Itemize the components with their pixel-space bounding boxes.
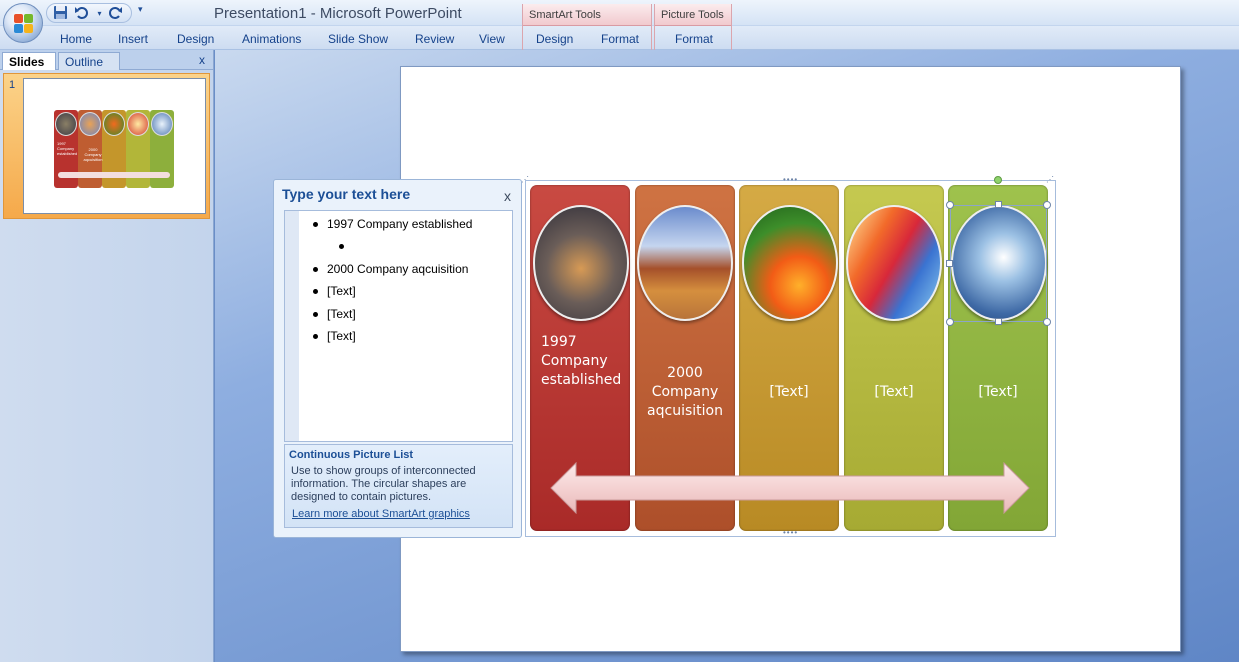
smartart-text-4[interactable]: [Text] bbox=[844, 383, 944, 402]
resize-handle-corner[interactable]: ⋰ bbox=[521, 175, 530, 184]
smartart-text-pane: Type your text here x 1997 Company estab… bbox=[273, 179, 522, 538]
butterfly-flower-photo[interactable] bbox=[742, 205, 838, 321]
desert-monument-photo[interactable] bbox=[637, 205, 733, 321]
smartart-text-5[interactable]: [Text] bbox=[948, 383, 1048, 402]
smartart-text-2[interactable]: 2000 Company aqcuisition bbox=[636, 364, 734, 421]
smartart-tools-title: SmartArt Tools bbox=[523, 4, 651, 26]
bullet-dot bbox=[313, 222, 318, 228]
tab-design[interactable]: Design bbox=[177, 32, 214, 46]
tab-insert[interactable]: Insert bbox=[118, 32, 148, 46]
bullet-item[interactable]: 1997 Company established bbox=[313, 217, 472, 231]
text-pane-title: Type your text here bbox=[282, 186, 411, 202]
bullet-dot bbox=[313, 312, 318, 318]
undo-dropdown-icon[interactable]: ▾ bbox=[91, 5, 108, 22]
text-line: 1997 bbox=[541, 334, 577, 350]
thumb-picture bbox=[79, 112, 101, 136]
text-line: 2000 bbox=[667, 365, 703, 381]
slide-thumbnail-selected[interactable]: 1 1997 Company established 2000 Company … bbox=[3, 73, 210, 219]
text-line: established bbox=[541, 372, 622, 388]
resize-handle-top[interactable]: •••• bbox=[783, 175, 798, 184]
text-pane-editor[interactable]: 1997 Company established 2000 Company aq… bbox=[284, 210, 513, 442]
close-icon[interactable]: x bbox=[504, 188, 511, 204]
resize-handle[interactable] bbox=[946, 201, 954, 209]
thumb-arrow bbox=[58, 172, 170, 178]
resize-handle[interactable] bbox=[1043, 318, 1051, 326]
layout-info-box: Continuous Picture List Use to show grou… bbox=[284, 444, 513, 528]
resize-handle[interactable] bbox=[995, 318, 1002, 325]
bullet-text: [Text] bbox=[327, 284, 356, 298]
slides-pane: Slides Outline x 1 1997 Company establis… bbox=[0, 50, 214, 662]
close-icon[interactable]: x bbox=[199, 53, 205, 67]
smartart-text-1[interactable]: 1997 Company established bbox=[541, 333, 621, 390]
city-night-photo[interactable] bbox=[533, 205, 629, 321]
text-line: aqcuisition bbox=[647, 403, 723, 419]
office-logo-icon bbox=[14, 14, 34, 34]
rotate-handle[interactable] bbox=[994, 176, 1002, 184]
bullet-item[interactable] bbox=[339, 239, 353, 253]
bullet-item[interactable]: [Text] bbox=[313, 307, 356, 321]
layout-name: Continuous Picture List bbox=[289, 449, 414, 461]
tab-animations[interactable]: Animations bbox=[242, 32, 301, 46]
tab-outline[interactable]: Outline bbox=[58, 52, 120, 70]
window-title: Presentation1 - Microsoft PowerPoint bbox=[214, 5, 462, 22]
customize-qat-icon[interactable]: ▾ bbox=[138, 4, 143, 15]
bullet-dot bbox=[313, 289, 318, 295]
picture-tools-title: Picture Tools bbox=[655, 4, 731, 26]
save-icon[interactable] bbox=[52, 5, 69, 22]
resize-handle[interactable] bbox=[1043, 201, 1051, 209]
thumb-picture bbox=[127, 112, 149, 136]
abstract-color-photo[interactable] bbox=[846, 205, 942, 321]
tab-smartart-format[interactable]: Format bbox=[601, 32, 639, 46]
resize-handle-corner[interactable]: ⋰ bbox=[1046, 175, 1055, 184]
undo-icon[interactable] bbox=[73, 5, 90, 22]
bullet-item[interactable]: [Text] bbox=[313, 284, 356, 298]
thumb-picture bbox=[55, 112, 77, 136]
slide-number: 1 bbox=[9, 79, 16, 91]
text-line: Company bbox=[541, 353, 608, 369]
bullet-item[interactable]: 2000 Company aqcuisition bbox=[313, 262, 468, 276]
smartart-text-3[interactable]: [Text] bbox=[739, 383, 839, 402]
bullet-dot bbox=[313, 267, 318, 273]
tab-home[interactable]: Home bbox=[60, 32, 92, 46]
pane-tabs: Slides Outline x bbox=[0, 50, 213, 70]
double-arrow-shape[interactable] bbox=[549, 462, 1031, 514]
resize-handle[interactable] bbox=[946, 318, 954, 326]
resize-handle[interactable] bbox=[946, 260, 953, 267]
learn-more-link[interactable]: Learn more about SmartArt graphics bbox=[292, 508, 470, 520]
thumb-text: 1997 Company established bbox=[57, 141, 78, 156]
quick-access-toolbar: ▾ bbox=[46, 3, 132, 23]
tab-slides[interactable]: Slides bbox=[2, 52, 56, 70]
resize-handle[interactable] bbox=[995, 201, 1002, 208]
selection-box bbox=[950, 205, 1047, 322]
bullet-text: 2000 Company aqcuisition bbox=[327, 262, 469, 276]
bullet-dot bbox=[339, 244, 344, 250]
tab-review[interactable]: Review bbox=[415, 32, 454, 46]
office-button[interactable] bbox=[3, 3, 43, 43]
layout-description: Use to show groups of interconnected inf… bbox=[291, 465, 476, 503]
bullet-text: [Text] bbox=[327, 307, 356, 321]
bullet-dot bbox=[313, 334, 318, 340]
bullet-text: [Text] bbox=[327, 329, 356, 343]
thumb-picture bbox=[103, 112, 125, 136]
bullet-text: 1997 Company established bbox=[327, 217, 473, 231]
thumb-text: 2000 Company aqcuisition bbox=[83, 147, 103, 162]
tab-smartart-design[interactable]: Design bbox=[536, 32, 573, 46]
editor-gutter bbox=[285, 211, 299, 441]
tab-slide-show[interactable]: Slide Show bbox=[328, 32, 388, 46]
slide-thumbnail[interactable]: 1997 Company established 2000 Company aq… bbox=[23, 78, 206, 214]
bullet-item[interactable]: [Text] bbox=[313, 329, 356, 343]
thumb-picture bbox=[151, 112, 173, 136]
tab-picture-format[interactable]: Format bbox=[675, 32, 713, 46]
text-line: Company bbox=[651, 384, 719, 400]
tab-view[interactable]: View bbox=[479, 32, 505, 46]
redo-icon[interactable] bbox=[107, 5, 124, 22]
